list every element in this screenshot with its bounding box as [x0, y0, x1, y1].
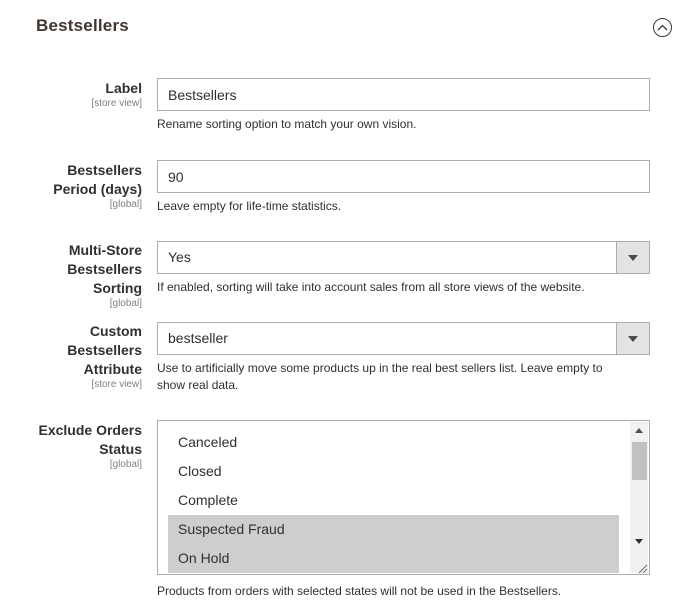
custom-attribute-select[interactable]: bestseller	[157, 322, 650, 355]
scope-label: [store view]	[91, 98, 142, 109]
triangle-down-icon	[628, 335, 638, 342]
scope-label: [store view]	[91, 379, 142, 390]
select-arrow[interactable]	[616, 242, 649, 273]
field-label: Bestsellers	[67, 342, 142, 358]
section-title: Bestsellers	[36, 16, 129, 35]
exclude-status-multiselect[interactable]: Canceled Closed Complete Suspected Fraud…	[157, 420, 650, 575]
field-label-group: Bestsellers Period (days) [global]	[2, 161, 142, 211]
collapse-section-button[interactable]	[653, 18, 672, 37]
field-label: Period (days)	[53, 181, 142, 197]
multiselect-option-complete[interactable]: Complete	[168, 486, 619, 515]
select-value: Yes	[168, 249, 191, 265]
field-label: Custom	[89, 323, 142, 339]
triangle-up-icon	[635, 428, 643, 433]
field-label: Label	[105, 80, 142, 96]
scroll-down-button[interactable]	[630, 533, 648, 550]
field-note: Rename sorting option to match your own …	[157, 117, 417, 131]
chevron-up-icon	[657, 24, 668, 31]
label-input[interactable]	[157, 78, 650, 111]
multistore-sorting-select[interactable]: Yes	[157, 241, 650, 274]
multiselect-option-suspected-fraud[interactable]: Suspected Fraud	[168, 515, 619, 544]
triangle-down-icon	[635, 539, 643, 544]
scroll-up-button[interactable]	[630, 422, 648, 439]
field-note-line: Use to artificially move some products u…	[157, 361, 603, 375]
resize-grip-icon[interactable]	[636, 561, 648, 574]
scope-label: [global]	[109, 459, 142, 470]
period-days-input[interactable]	[157, 160, 650, 193]
field-label-group: Custom Bestsellers Attribute [store view…	[2, 322, 142, 391]
field-label-group: Exclude Orders Status [global]	[2, 421, 143, 471]
scrollbar-thumb[interactable]	[632, 442, 647, 480]
field-label: Bestsellers	[67, 261, 142, 277]
scope-label: [global]	[109, 199, 142, 210]
field-note: Use to artificially move some products u…	[157, 360, 650, 394]
field-label: Multi-Store	[68, 242, 142, 258]
field-label: Bestsellers	[67, 162, 142, 178]
field-label: Sorting	[93, 280, 142, 296]
scope-label: [global]	[109, 298, 142, 309]
select-arrow[interactable]	[616, 323, 649, 354]
field-label-group: Label [store view]	[2, 79, 142, 110]
field-label: Exclude Orders	[38, 422, 143, 438]
field-label: Attribute	[83, 361, 142, 377]
field-label: Status	[99, 441, 142, 457]
multiselect-option-closed[interactable]: Closed	[168, 457, 619, 486]
multiselect-option-canceled[interactable]: Canceled	[168, 428, 619, 457]
field-label-group: Multi-Store Bestsellers Sorting [global]	[2, 241, 142, 310]
select-value: bestseller	[168, 330, 228, 346]
field-note: If enabled, sorting will take into accou…	[157, 280, 585, 294]
multiselect-option-on-hold[interactable]: On Hold	[168, 544, 619, 573]
field-note: Leave empty for life-time statistics.	[157, 199, 342, 213]
field-note-line: show real data.	[157, 378, 239, 392]
triangle-down-icon	[628, 254, 638, 261]
field-note: Products from orders with selected state…	[157, 584, 562, 598]
scrollbar[interactable]	[630, 422, 648, 573]
